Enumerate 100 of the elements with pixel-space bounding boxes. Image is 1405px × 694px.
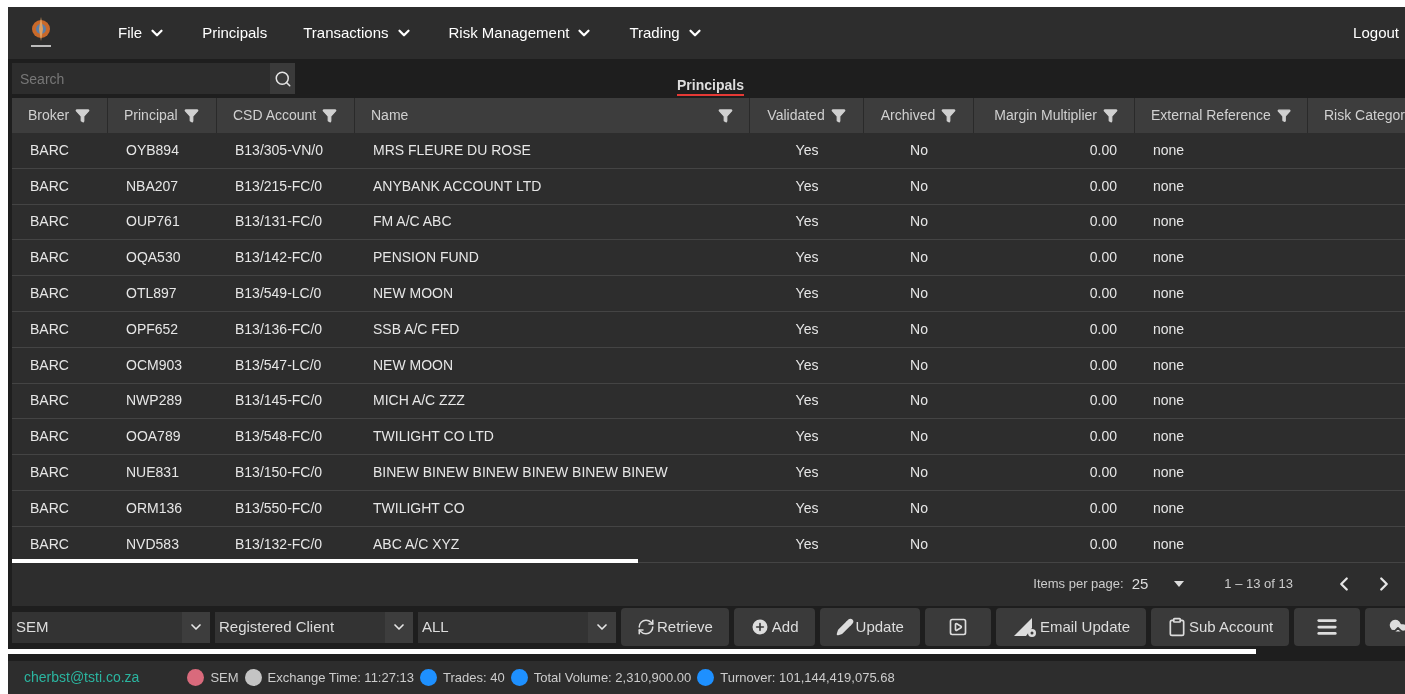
status-text: Turnover: 101,144,419,075.68 <box>720 668 895 687</box>
table-cell-text: OTL897 <box>125 284 178 304</box>
nav-menu-item[interactable]: Transactions <box>303 21 413 45</box>
dropdown-field[interactable]: SEM <box>12 611 210 643</box>
table-row[interactable]: BARC OPF652 B13/136-FC/0 SSB A/C FED Yes No 0.00 none <box>12 312 1405 348</box>
table-cell-text: No <box>909 391 929 411</box>
table-cell-text: none <box>1152 284 1186 304</box>
logout-button[interactable]: Logout <box>1353 21 1399 45</box>
table-row[interactable]: BARC OOA789 B13/548-FC/0 TWILIGHT CO LTD Yes No 0.00 none <box>12 419 1405 456</box>
table-cell-text: TWILIGHT CO LTD <box>372 427 495 447</box>
table-cell-text: B13/547-LC/0 <box>234 355 323 375</box>
action-button[interactable]: Retrieve <box>621 608 729 647</box>
action-button[interactable]: Sub Account <box>1151 608 1290 647</box>
user-email: cherbst@tsti.co.za <box>24 667 140 687</box>
table-row[interactable]: BARC OUP761 B13/131-FC/0 FM A/C ABC Yes No 0.00 none <box>12 204 1405 241</box>
items-per-page-select[interactable]: 25 <box>1131 572 1185 596</box>
action-button[interactable]: Add <box>733 608 815 647</box>
status-text: Exchange Time: 11:27:13 <box>267 668 414 687</box>
table-cell-text: PENSION FUND <box>372 248 480 268</box>
table-cell-text: TWILIGHT CO <box>372 498 466 518</box>
table-cell-text: 0.00 <box>1088 534 1118 554</box>
table-cell-text: B13/550-FC/0 <box>234 498 324 518</box>
table-cell-text: B13/215-FC/0 <box>234 176 324 196</box>
page-title: Principals <box>677 76 744 96</box>
table-cell-text: none <box>1152 463 1186 483</box>
table-cell-text: 0.00 <box>1088 498 1118 518</box>
table-cell-text: No <box>909 319 929 339</box>
table-cell-text: 0.00 <box>1088 176 1118 196</box>
table-cell-text: BARC <box>29 498 70 518</box>
table-cell-text: 0.00 <box>1088 319 1118 339</box>
action-button[interactable]: Email Update <box>995 608 1146 647</box>
table-row[interactable]: BARC OYB894 B13/305-VN/0 MRS FLEURE DU ROSE Yes No 0.00 none <box>12 133 1405 169</box>
search-button[interactable] <box>270 63 295 94</box>
search-field[interactable]: Search <box>12 63 270 94</box>
status-text: Trades: 40 <box>443 668 505 687</box>
filter-icon[interactable] <box>322 108 338 123</box>
table-row[interactable]: BARC NBA207 B13/215-FC/0 ANYBANK ACCOUNT LTD Yes No 0.00 none <box>12 168 1405 205</box>
table-cell-text: Yes <box>794 427 820 447</box>
table-cell-text: SSB A/C FED <box>372 319 461 339</box>
table-row[interactable]: BARC OCM903 B13/547-LC/0 NEW MOON Yes No 0.00 none <box>12 347 1405 384</box>
table-cell-text: BARC <box>29 140 70 160</box>
filter-icon[interactable] <box>1276 108 1291 123</box>
table-cell-text: Yes <box>794 355 820 375</box>
refresh-icon <box>637 618 655 637</box>
nav-menu-item[interactable]: Risk Management <box>448 21 594 45</box>
table-row[interactable]: BARC OTL897 B13/549-LC/0 NEW MOON Yes No 0.00 none <box>12 276 1405 312</box>
horizontal-scrollbar[interactable] <box>8 648 1256 654</box>
table-cell-text: NEW MOON <box>372 355 455 375</box>
table-cell-text: Yes <box>794 284 820 304</box>
dropdown-field[interactable]: ALL <box>418 611 616 643</box>
table-cell-text: BARC <box>29 427 70 447</box>
table-cell-text: B13/145-FC/0 <box>234 391 324 411</box>
table-row[interactable]: BARC OQA530 B13/142-FC/0 PENSION FUND Yes No 0.00 none <box>12 240 1405 277</box>
table-row[interactable]: BARC NVD583 B13/132-FC/0 ABC A/C XYZ Yes No 0.00 none <box>12 526 1405 563</box>
table-cell-text: 0.00 <box>1088 391 1118 411</box>
table-cell-text: BARC <box>29 248 70 268</box>
filter-icon[interactable] <box>718 108 733 123</box>
table-cell-text: 0.00 <box>1088 463 1118 483</box>
table-cell-text: Yes <box>794 498 820 518</box>
filter-icon[interactable] <box>830 108 846 123</box>
table-cell-text: NVD583 <box>125 534 180 554</box>
filter-icon[interactable] <box>75 108 91 123</box>
table-cell-text: B13/549-LC/0 <box>234 284 323 304</box>
icon-button[interactable] <box>924 608 991 647</box>
play-icon <box>947 617 968 638</box>
filter-icon[interactable] <box>1103 108 1118 123</box>
table-cell-text: BARC <box>29 391 70 411</box>
table-cell-text: ORM136 <box>125 498 184 518</box>
table-cell-text: Yes <box>794 212 820 232</box>
table-cell-text: Yes <box>794 534 820 554</box>
table-cell-text: Yes <box>794 391 820 411</box>
table-cell-text: BARC <box>29 284 70 304</box>
dropdown-field[interactable]: Registered Client <box>215 611 413 643</box>
table-cell-text: No <box>909 534 929 554</box>
table-cell-text: OCM903 <box>125 355 184 375</box>
table-row[interactable]: BARC NWP289 B13/145-FC/0 MICH A/C ZZZ Yes No 0.00 none <box>12 383 1405 420</box>
plus-circle-icon <box>749 617 770 638</box>
nav-menu-item[interactable]: Trading <box>629 21 704 45</box>
table-row[interactable]: BARC NUE831 B13/150-FC/0 BINEW BINEW BINEW BINEW BINEW BINEW Yes No 0.00 none <box>12 455 1405 491</box>
page-range: 1 – 13 of 13 <box>1224 575 1293 594</box>
table-cell-text: none <box>1152 176 1186 196</box>
table-cell-text: BINEW BINEW BINEW BINEW BINEW BINEW <box>372 463 669 483</box>
table-row[interactable]: BARC ORM136 B13/550-FC/0 TWILIGHT CO Yes No 0.00 none <box>12 490 1405 527</box>
table-cell-text: none <box>1152 319 1186 339</box>
table-cell-text: Yes <box>794 176 820 196</box>
table-cell-text: BARC <box>29 355 70 375</box>
table-cell-text: NWP289 <box>125 391 184 411</box>
search-icon <box>273 69 292 88</box>
table-cell-text: No <box>909 427 929 447</box>
filter-icon[interactable] <box>183 108 199 123</box>
nav-menu-item[interactable]: Principals <box>202 21 268 45</box>
pencil-icon <box>835 618 854 637</box>
action-button[interactable]: Update <box>819 608 920 647</box>
nav-menu-item[interactable]: File <box>118 21 167 45</box>
table-cell-text: MRS FLEURE DU ROSE <box>372 140 532 160</box>
table-cell-text: none <box>1152 498 1186 518</box>
filter-icon[interactable] <box>941 108 957 123</box>
icon-button[interactable] <box>1294 608 1361 647</box>
table-cell-text: BARC <box>29 319 70 339</box>
horizontal-scrollbar[interactable] <box>12 558 638 563</box>
